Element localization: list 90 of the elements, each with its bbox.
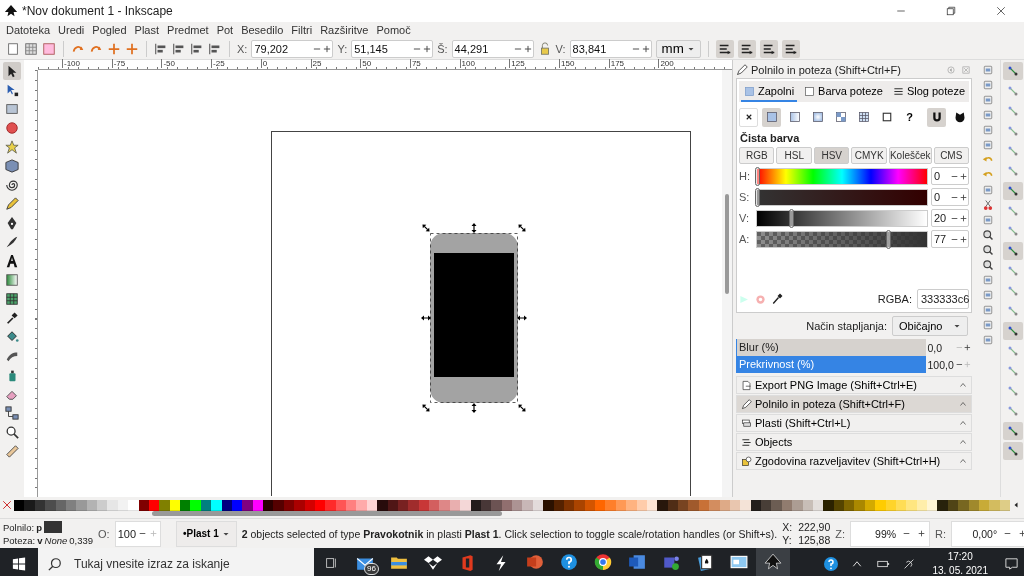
- layer-dropdown[interactable]: •Plast 1: [176, 520, 237, 547]
- number-field[interactable]: 0: [931, 188, 969, 206]
- clock-time: 17:20: [947, 549, 973, 564]
- field-label: Z:: [835, 527, 846, 540]
- panel-tab[interactable]: Slog poteze: [889, 83, 968, 102]
- menu-item[interactable]: Predmet: [163, 22, 213, 38]
- ruler-label: 125: [509, 59, 525, 68]
- color-mode-tab[interactable]: HSV: [813, 147, 850, 164]
- slider-label: H:: [739, 170, 751, 182]
- number-field[interactable]: 20: [931, 209, 969, 227]
- cursor-y: 125,88: [798, 533, 831, 547]
- dialog-header[interactable]: Plasti (Shift+Ctrl+L): [736, 414, 972, 432]
- stroke-label: Poteza:: [3, 533, 36, 547]
- rgba-field[interactable]: 333333c6: [917, 289, 969, 309]
- dialog-header[interactable]: Export PNG Image (Shift+Ctrl+E): [736, 376, 972, 394]
- color-mode-tab[interactable]: Kolešček: [888, 147, 932, 164]
- taskbar-search-field[interactable]: Tukaj vnesite izraz za iskanje: [72, 555, 302, 572]
- taskbar-app-button[interactable]: 96: [348, 548, 382, 576]
- dialog-title: Polnilo in poteza (Shift+Ctrl+F): [751, 64, 902, 76]
- ruler-label: 200: [658, 59, 674, 68]
- slider-label: S:: [739, 191, 751, 203]
- coordinate-label: Y:: [782, 533, 793, 547]
- dialog-header[interactable]: Polnilo in poteza (Shift+Ctrl+F): [736, 395, 972, 413]
- spin-value: 0,0: [926, 341, 944, 354]
- opacity-field[interactable]: 100: [114, 520, 161, 547]
- taskbar-search-box[interactable]: Tukaj vnesite izraz za iskanje: [38, 548, 314, 576]
- menu-item[interactable]: Besedilo: [237, 22, 288, 38]
- number-field[interactable]: 0: [931, 167, 969, 185]
- ruler-label: 25: [310, 59, 322, 68]
- menu-item[interactable]: Plast: [130, 22, 164, 38]
- status-message: 2 objects selected of type Pravokotnik in plasti Plast 1. Click selection to toggle scale/rotation handles (or Shift+s).: [241, 527, 778, 540]
- ruler-label: 50: [360, 59, 372, 68]
- panel-tab[interactable]: Zapolni: [741, 83, 798, 102]
- cursor-x: 222,90: [798, 520, 831, 534]
- stroke-paint: None: [44, 533, 68, 547]
- opacity-label: O:: [98, 527, 110, 540]
- ruler-label: 75: [409, 59, 421, 68]
- menu-item[interactable]: Datoteka: [2, 22, 55, 38]
- ruler-label: 175: [608, 59, 625, 68]
- menu-item[interactable]: Filtri: [287, 22, 317, 38]
- ruler-label: -50: [161, 59, 175, 68]
- notification-badge: 96: [364, 563, 379, 575]
- menu-item[interactable]: Pogled: [88, 22, 131, 38]
- ruler-label: -75: [111, 59, 126, 68]
- ruler-label: -25: [211, 59, 225, 68]
- ruler-label: 150: [559, 59, 575, 68]
- blend-dropdown[interactable]: Običajno: [892, 316, 968, 336]
- unit-dropdown[interactable]: mm: [655, 39, 701, 58]
- menu-item[interactable]: Razširitve: [316, 22, 373, 38]
- number-field[interactable]: 83,841: [569, 39, 652, 58]
- panel-tab[interactable]: Barva poteze: [801, 83, 886, 102]
- spin-slider[interactable]: Blur (%): [736, 339, 926, 356]
- clock-date: 13. 05. 2021: [932, 563, 988, 576]
- color-mode-tab[interactable]: CMYK: [851, 147, 887, 164]
- field-label: V:: [555, 42, 566, 55]
- slider-label: V:: [739, 212, 750, 224]
- spin-value: 100,0: [926, 358, 955, 371]
- field-label: X:: [237, 42, 248, 55]
- color-mode-tab[interactable]: HSL: [776, 147, 812, 164]
- menu-item[interactable]: Pot: [212, 22, 238, 38]
- field-label: R:: [935, 527, 947, 540]
- rgba-label: RGBA:: [877, 293, 912, 305]
- spin-slider[interactable]: Prekrivnost (%): [736, 356, 926, 373]
- menu-item[interactable]: Pomoč: [372, 22, 415, 38]
- fill-label: Polnilo:: [3, 520, 35, 534]
- color-mode-tab[interactable]: CMS: [933, 147, 969, 164]
- stroke-width: 0,339: [69, 533, 93, 547]
- field-label: Y:: [337, 42, 348, 55]
- field-label: Š:: [437, 42, 448, 55]
- blend-label: Način stapljanja:: [806, 320, 887, 332]
- rotation-field[interactable]: 0,00°: [951, 520, 1024, 547]
- zoom-field[interactable]: 99%: [850, 520, 931, 547]
- fill-indicator: p: [36, 520, 42, 534]
- window-title: *Nov dokument 1 - Inkscape: [22, 4, 173, 18]
- slider-label: A:: [739, 233, 751, 245]
- ruler-label: 100: [459, 59, 475, 68]
- ruler-label: 0: [260, 59, 268, 68]
- ruler-label: -100: [62, 59, 80, 68]
- coordinate-label: X:: [782, 520, 793, 534]
- number-field[interactable]: 51,145: [351, 39, 434, 58]
- section-heading: Čista barva: [739, 132, 801, 144]
- dialog-header[interactable]: Zgodovina razveljavitev (Shift+Ctrl+H): [736, 452, 972, 470]
- unset-paint-button[interactable]: ?: [900, 107, 919, 127]
- number-field[interactable]: 44,291: [451, 39, 534, 58]
- menu-item[interactable]: Uredi: [54, 22, 89, 38]
- number-field[interactable]: 79,202: [251, 39, 334, 58]
- dialog-header[interactable]: Objects: [736, 433, 972, 451]
- color-mode-tab[interactable]: RGB: [739, 147, 775, 164]
- number-field[interactable]: 77: [931, 230, 969, 248]
- stroke-indicator: v: [37, 533, 43, 547]
